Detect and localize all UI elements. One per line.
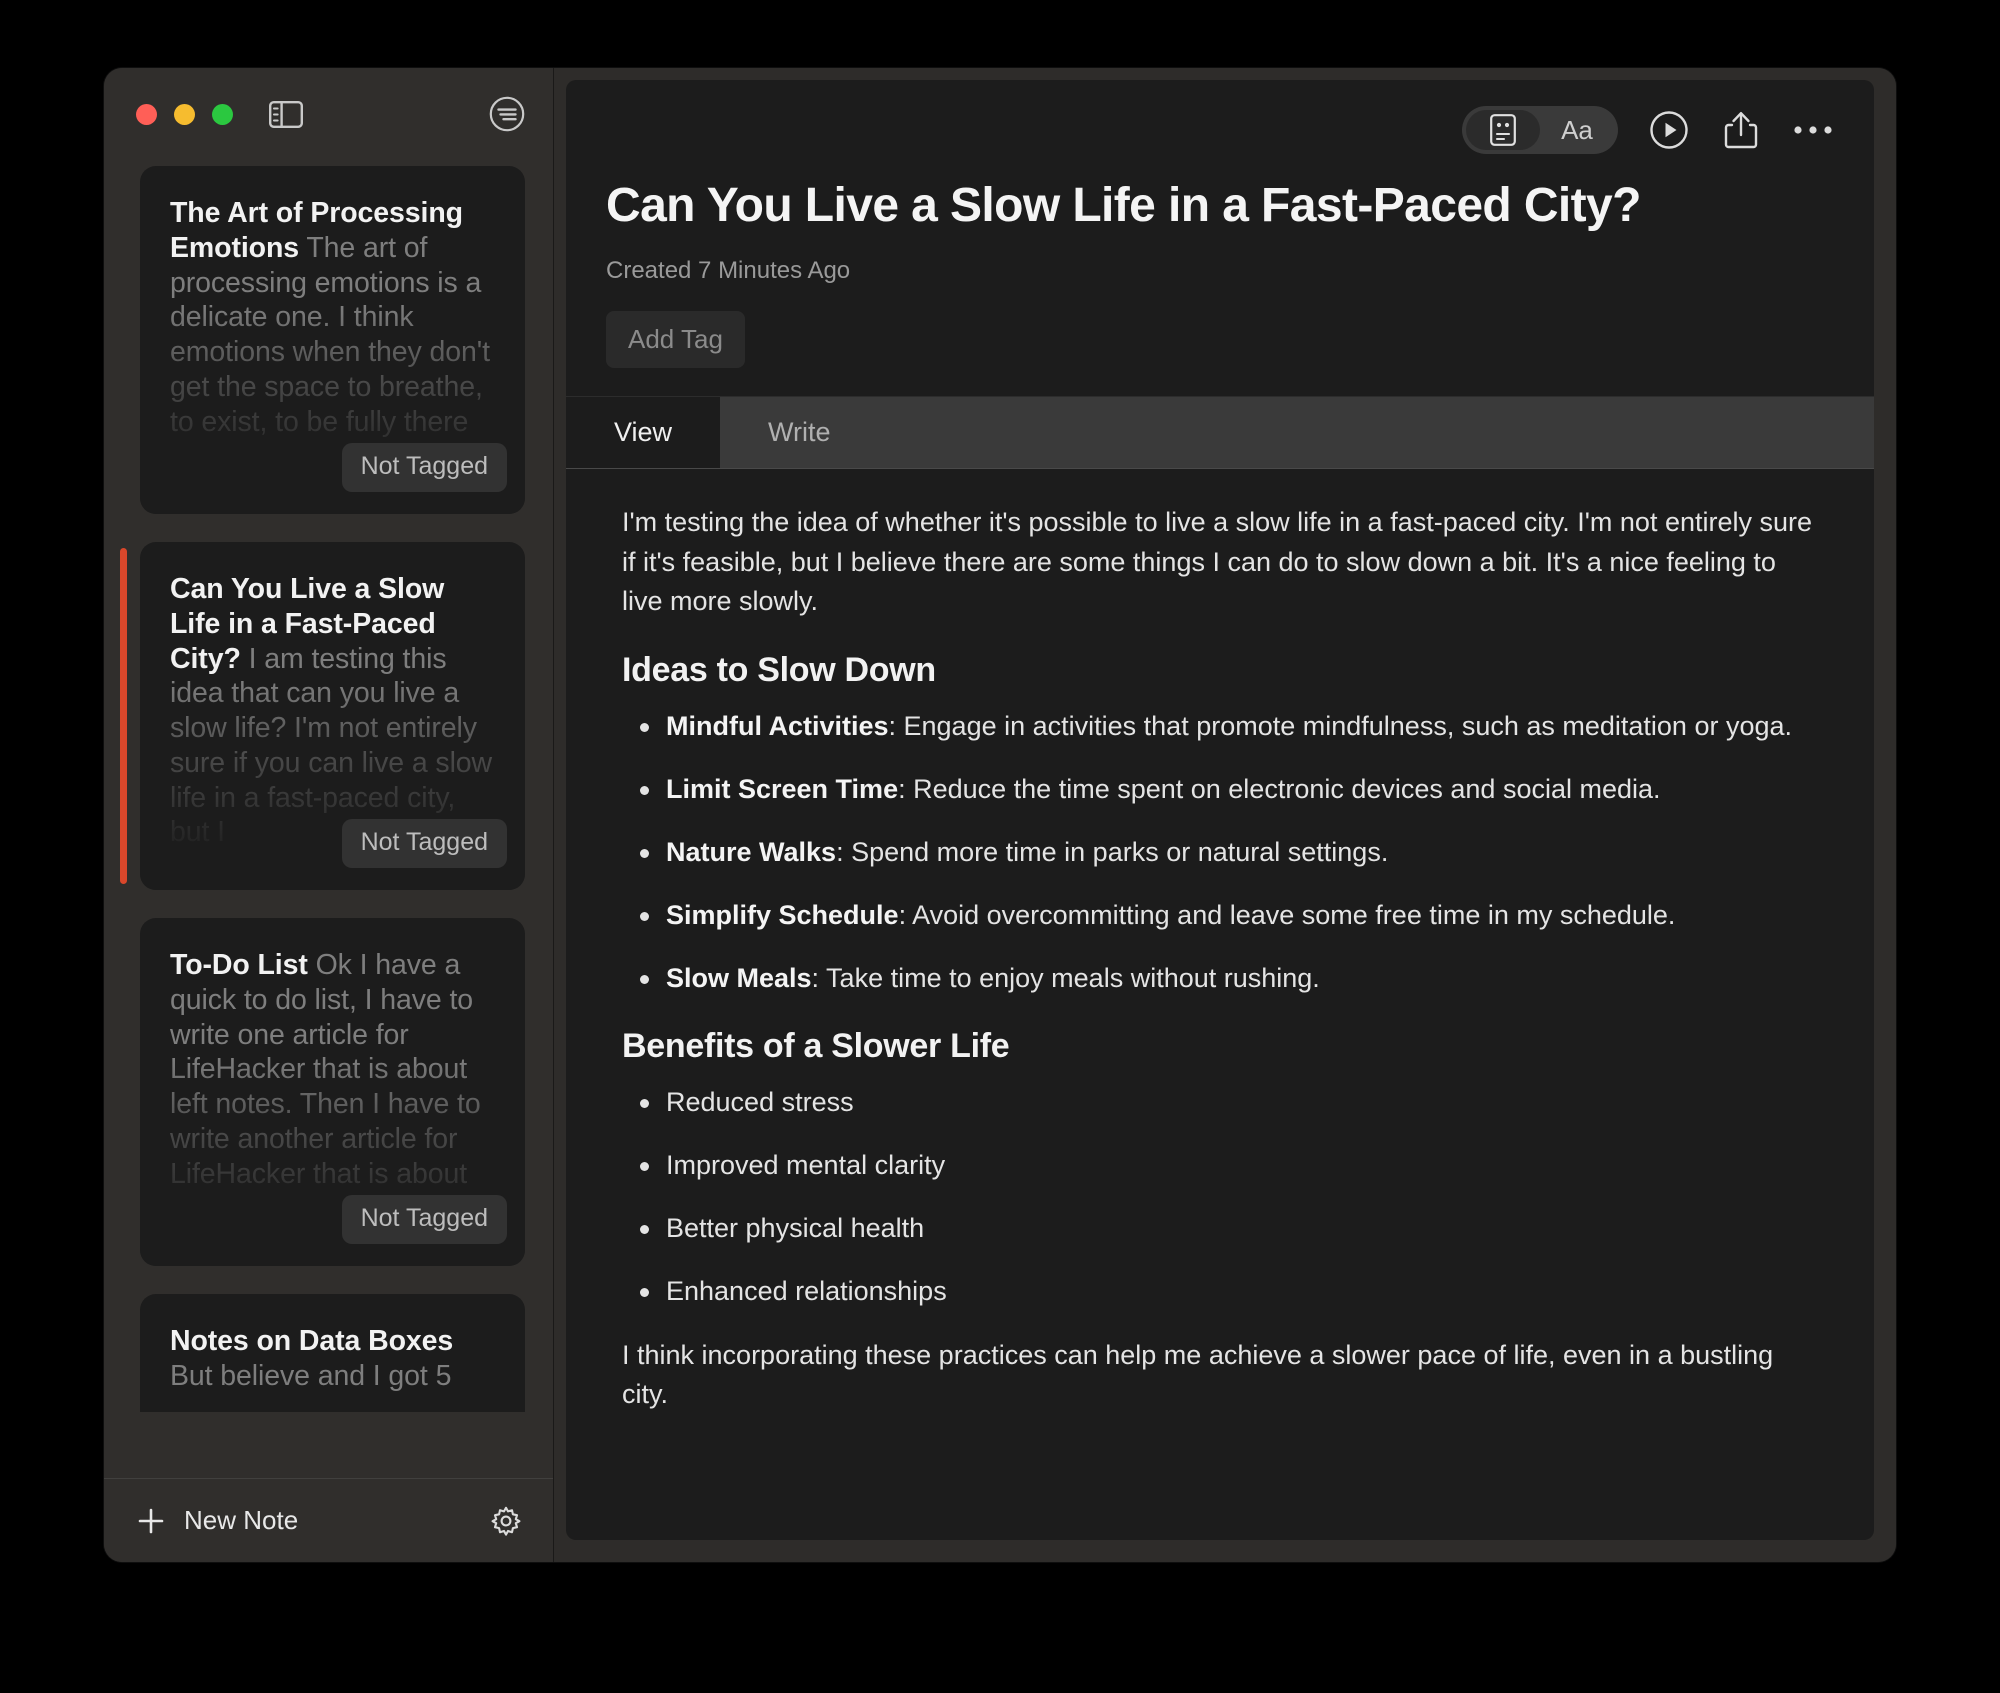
list-item-term: Slow Meals: [666, 962, 812, 993]
note-list[interactable]: The Art of Processing Emotions The art o…: [104, 160, 553, 1478]
note-panel: Aa Can You Live a Slow Life in a Fast-Pa…: [566, 80, 1874, 1540]
list-item-term: Limit Screen Time: [666, 774, 899, 805]
main-area: Aa Can You Live a Slow Life in a Fast-Pa…: [554, 68, 1896, 1562]
list-item: Improved mental clarity: [622, 1147, 1818, 1185]
note-header: Aa Can You Live a Slow Life in a Fast-Pa…: [566, 80, 1874, 398]
note-card-text: Notes on Data Boxes But believe and I got…: [170, 1324, 495, 1394]
list-item[interactable]: Can You Live a Slow Life in a Fast-Paced…: [104, 542, 525, 890]
maximize-window-button[interactable]: [212, 103, 233, 125]
benefits-list: Reduced stress Improved mental clarity B…: [622, 1084, 1818, 1310]
view-mode-segmented-control[interactable]: Aa: [1462, 106, 1618, 154]
note-card-preview: Ok I have a quick to do list, I have to …: [170, 949, 481, 1190]
created-timestamp: Created 7 Minutes Ago: [606, 257, 851, 285]
close-window-button[interactable]: [136, 103, 157, 125]
tab-view[interactable]: View: [566, 397, 721, 469]
tab-write[interactable]: Write: [720, 397, 879, 468]
more-horizontal-icon[interactable]: [1792, 109, 1834, 151]
status-badge[interactable]: Not Tagged: [341, 1195, 507, 1244]
gear-icon[interactable]: [489, 1504, 523, 1538]
note-card-preview: But believe and I got 5: [170, 1359, 452, 1392]
list-item[interactable]: To-Do List Ok I have a quick to do list,…: [104, 918, 525, 1266]
page-title: Can You Live a Slow Life in a Fast-Paced…: [606, 179, 1641, 232]
note-content: I'm testing the idea of whether it's pos…: [566, 469, 1874, 1540]
ideas-list: Mindful Activities: Engage in activities…: [622, 708, 1818, 997]
list-item[interactable]: The Art of Processing Emotions The art o…: [104, 166, 525, 514]
tab-note-card-view[interactable]: [1466, 110, 1540, 150]
view-write-tabs[interactable]: View Write: [566, 397, 1874, 470]
selection-indicator: [120, 548, 127, 884]
list-item: Mindful Activities: Engage in activities…: [622, 708, 1818, 746]
section-heading-ideas: Ideas to Slow Down: [622, 651, 936, 690]
add-tag-button[interactable]: Add Tag: [606, 311, 745, 369]
note-card[interactable]: To-Do List Ok I have a quick to do list,…: [140, 918, 525, 1266]
closing-paragraph: I think incorporating these practices ca…: [622, 1339, 1774, 1409]
note-card-icon: [1490, 114, 1516, 146]
status-badge[interactable]: Not Tagged: [341, 819, 507, 868]
list-item: Better physical health: [622, 1210, 1818, 1248]
note-card[interactable]: The Art of Processing Emotions The art o…: [140, 166, 525, 514]
tab-typography[interactable]: Aa: [1540, 110, 1614, 150]
list-item-desc: : Avoid overcommitting and leave some fr…: [898, 899, 1676, 930]
note-card-text: The Art of Processing Emotions The art o…: [170, 196, 495, 439]
list-item-desc: : Engage in activities that promote mind…: [888, 711, 1793, 742]
note-card-title: To-Do List: [170, 949, 308, 981]
note-card-text: To-Do List Ok I have a quick to do list,…: [170, 948, 495, 1191]
list-item-term: Mindful Activities: [666, 711, 889, 742]
new-note-button[interactable]: New Note: [136, 1505, 298, 1536]
list-item-desc: : Take time to enjoy meals without rushi…: [811, 962, 1320, 993]
list-item-desc: : Reduce the time spent on electronic de…: [898, 774, 1661, 805]
section-heading-benefits: Benefits of a Slower Life: [622, 1027, 1010, 1066]
new-note-label: New Note: [184, 1505, 299, 1535]
app-window: The Art of Processing Emotions The art o…: [104, 68, 1896, 1562]
list-item: Nature Walks: Spend more time in parks o…: [622, 834, 1818, 872]
plus-icon: [138, 1508, 164, 1533]
note-card[interactable]: Can You Live a Slow Life in a Fast-Paced…: [140, 542, 525, 890]
share-upload-icon[interactable]: [1720, 109, 1762, 151]
note-toolbar: Aa: [606, 106, 1834, 154]
sidebar-footer: New Note: [104, 1478, 553, 1562]
intro-paragraph: I'm testing the idea of whether it's pos…: [622, 507, 1813, 616]
list-item: Limit Screen Time: Reduce the time spent…: [622, 771, 1818, 809]
traffic-lights: [136, 103, 233, 125]
list-item-desc: : Spend more time in parks or natural se…: [836, 837, 1389, 867]
list-item: Enhanced relationships: [622, 1273, 1818, 1311]
list-item: Slow Meals: Take time to enjoy meals wit…: [622, 960, 1818, 998]
minimize-window-button[interactable]: [174, 103, 195, 125]
list-item-term: Nature Walks: [666, 837, 837, 867]
note-card-title: Notes on Data Boxes: [170, 1325, 454, 1357]
list-item: Simplify Schedule: Avoid overcommitting …: [622, 897, 1818, 935]
list-item: Reduced stress: [622, 1084, 1818, 1122]
list-item-term: Simplify Schedule: [666, 899, 899, 930]
note-card[interactable]: Notes on Data Boxes But believe and I got…: [140, 1294, 525, 1412]
sort-filter-icon[interactable]: [489, 96, 525, 132]
status-badge[interactable]: Not Tagged: [341, 443, 507, 492]
list-item[interactable]: Notes on Data Boxes But believe and I got…: [104, 1294, 525, 1412]
sidebar-toolbar: [104, 68, 553, 160]
note-card-text: Can You Live a Slow Life in a Fast-Paced…: [170, 572, 495, 850]
sidebar: The Art of Processing Emotions The art o…: [104, 68, 554, 1562]
sidebar-toggle-icon[interactable]: [268, 100, 303, 128]
play-circle-icon[interactable]: [1648, 109, 1690, 151]
